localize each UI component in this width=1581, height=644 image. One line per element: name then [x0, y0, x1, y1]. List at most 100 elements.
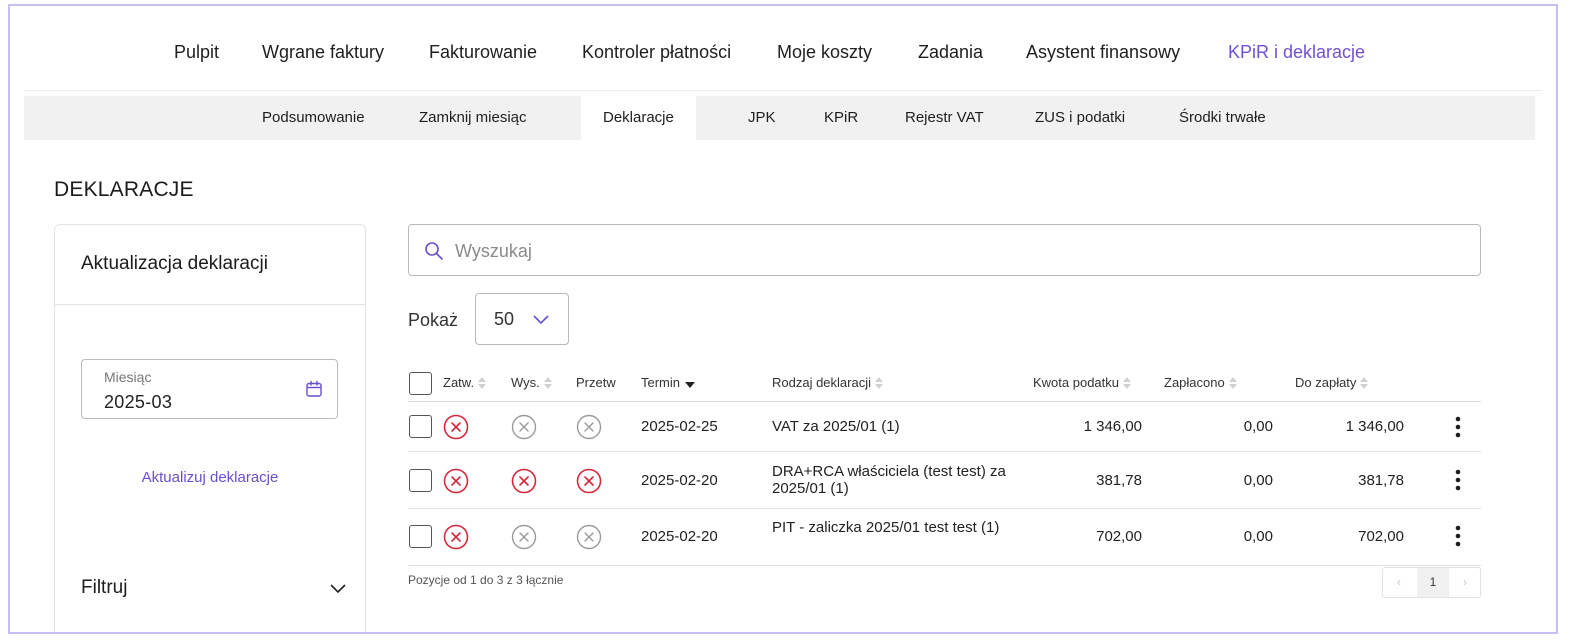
month-field[interactable]: Miesiąc 2025-03 [81, 359, 338, 419]
declarations-table: Zatw. Wys. Przetw Termin Rodzaj deklarac… [408, 366, 1481, 566]
col-header-due[interactable]: Termin [641, 375, 696, 390]
row-checkbox[interactable] [409, 469, 432, 492]
month-field-value[interactable]: 2025-03 [104, 392, 172, 413]
filter-toggle[interactable]: Filtruj [81, 577, 347, 603]
col-header-tax-label: Kwota podatku [1033, 375, 1120, 390]
subnav-item-srodki-trwale[interactable]: Środki trwałe [1179, 96, 1266, 140]
table-row[interactable]: 2025-02-20 PIT - zaliczka 2025/01 test t… [408, 509, 1481, 566]
col-header-sent-label: Wys. [511, 375, 540, 390]
status-pending-icon [576, 524, 602, 550]
col-header-to-pay-label: Do zapłaty [1295, 375, 1357, 390]
chevron-down-icon [330, 584, 346, 594]
more-options-icon[interactable] [1450, 415, 1466, 439]
filter-label: Filtruj [81, 577, 128, 598]
topnav-item-asystent-finansowy[interactable]: Asystent finansowy [1026, 42, 1180, 63]
subnav-item-kpir[interactable]: KPiR [824, 96, 858, 140]
sort-icon [478, 376, 487, 389]
row-checkbox[interactable] [409, 525, 432, 548]
subnav-item-rejestr-vat[interactable]: Rejestr VAT [905, 96, 984, 140]
col-header-paid[interactable]: Zapłacono [1164, 375, 1237, 390]
panel-title: Aktualizacja deklaracji [81, 253, 268, 274]
topnav-divider [24, 90, 1542, 91]
table-header: Zatw. Wys. Przetw Termin Rodzaj deklarac… [408, 366, 1481, 402]
sort-icon [543, 376, 552, 389]
update-declarations-link[interactable]: Aktualizuj deklaracje [55, 469, 365, 486]
pagination-next-button[interactable]: › [1449, 568, 1481, 597]
to-pay-amount: 1 346,00 [1345, 418, 1404, 435]
subnav-item-jpk[interactable]: JPK [748, 96, 776, 140]
topnav-item-zadania[interactable]: Zadania [918, 42, 983, 63]
select-all-checkbox[interactable] [409, 372, 432, 395]
status-rejected-icon [576, 468, 602, 494]
app-frame: Pulpit Wgrane faktury Fakturowanie Kontr… [8, 4, 1558, 634]
sort-icon [1123, 376, 1132, 389]
pagination-info: Pozycje od 1 do 3 z 3 łącznie [408, 573, 564, 587]
more-options-icon[interactable] [1450, 468, 1466, 492]
search-box [408, 224, 1481, 276]
topnav-item-moje-koszty[interactable]: Moje koszty [777, 42, 872, 63]
status-rejected-icon [443, 524, 469, 550]
status-rejected-icon [511, 468, 537, 494]
subnav-item-zamknij-miesiac[interactable]: Zamknij miesiąc [419, 96, 527, 140]
col-header-due-label: Termin [641, 375, 681, 390]
col-header-processed[interactable]: Przetw [576, 375, 616, 390]
declaration-type: DRA+RCA właściciela (test test) za 2025/… [772, 463, 1006, 497]
top-navigation: Pulpit Wgrane faktury Fakturowanie Kontr… [10, 36, 1556, 76]
sort-icon [875, 376, 883, 389]
panel-divider [55, 304, 365, 305]
status-pending-icon [576, 414, 602, 440]
paid-amount: 0,00 [1243, 418, 1273, 435]
page-title: DEKLARACJE [54, 178, 194, 201]
topnav-item-wgrane-faktury[interactable]: Wgrane faktury [262, 42, 384, 63]
col-header-paid-label: Zapłacono [1164, 375, 1225, 390]
tax-amount: 702,00 [1096, 528, 1142, 545]
row-checkbox[interactable] [409, 415, 432, 438]
col-header-type-label: Rodzaj deklaracji [772, 375, 871, 390]
to-pay-amount: 381,78 [1358, 472, 1404, 489]
subnav-item-deklaracje[interactable]: Deklaracje [581, 96, 696, 140]
col-header-approved[interactable]: Zatw. [443, 375, 487, 390]
col-header-to-pay[interactable]: Do zapłaty [1295, 375, 1369, 390]
col-header-sent[interactable]: Wys. [511, 375, 552, 390]
topnav-item-kontroler-platnosci[interactable]: Kontroler płatności [582, 42, 731, 63]
col-header-type[interactable]: Rodzaj deklaracji [772, 375, 883, 390]
paid-amount: 0,00 [1243, 472, 1273, 489]
more-options-icon[interactable] [1450, 524, 1466, 548]
col-header-approved-label: Zatw. [443, 375, 475, 390]
chevron-down-icon [533, 315, 549, 325]
topnav-item-pulpit[interactable]: Pulpit [174, 42, 219, 63]
sort-icon [1228, 376, 1237, 389]
search-input[interactable] [455, 237, 1455, 265]
month-field-label: Miesiąc [104, 369, 152, 385]
calendar-icon[interactable] [305, 380, 323, 398]
due-date: 2025-02-25 [641, 418, 718, 435]
update-declarations-panel: Aktualizacja deklaracji Miesiąc 2025-03 … [54, 224, 366, 632]
pagination-page-1[interactable]: 1 [1417, 568, 1449, 597]
topnav-item-fakturowanie[interactable]: Fakturowanie [429, 42, 537, 63]
sort-desc-icon [685, 381, 696, 388]
status-pending-icon [511, 414, 537, 440]
due-date: 2025-02-20 [641, 472, 718, 489]
search-icon [425, 242, 443, 260]
sort-icon [1360, 376, 1369, 389]
pagination-prev-button[interactable]: ‹ [1383, 568, 1415, 597]
tax-amount: 381,78 [1096, 472, 1142, 489]
subnav-item-podsumowanie[interactable]: Podsumowanie [262, 96, 365, 140]
status-rejected-icon [443, 468, 469, 494]
to-pay-amount: 702,00 [1358, 528, 1404, 545]
status-pending-icon [511, 524, 537, 550]
pagination: ‹ 1 › [1382, 567, 1481, 598]
tax-amount: 1 346,00 [1083, 418, 1142, 435]
page-size-value: 50 [494, 309, 515, 329]
sub-navigation: Podsumowanie Zamknij miesiąc Deklaracje … [24, 96, 1535, 140]
subnav-item-zus-podatki[interactable]: ZUS i podatki [1035, 96, 1125, 140]
table-row[interactable]: 2025-02-20 DRA+RCA właściciela (test tes… [408, 452, 1481, 509]
due-date: 2025-02-20 [641, 528, 718, 545]
page-size-select[interactable]: 50 [475, 293, 569, 345]
topnav-item-kpir-deklaracje[interactable]: KPiR i deklaracje [1228, 42, 1365, 63]
status-rejected-icon [443, 414, 469, 440]
col-header-tax[interactable]: Kwota podatku [1033, 375, 1132, 390]
page-size-label: Pokaż [408, 310, 459, 330]
table-row[interactable]: 2025-02-25 VAT za 2025/01 (1) 1 346,00 0… [408, 402, 1481, 452]
declaration-type: PIT - zaliczka 2025/01 test test (1) [772, 519, 1000, 536]
